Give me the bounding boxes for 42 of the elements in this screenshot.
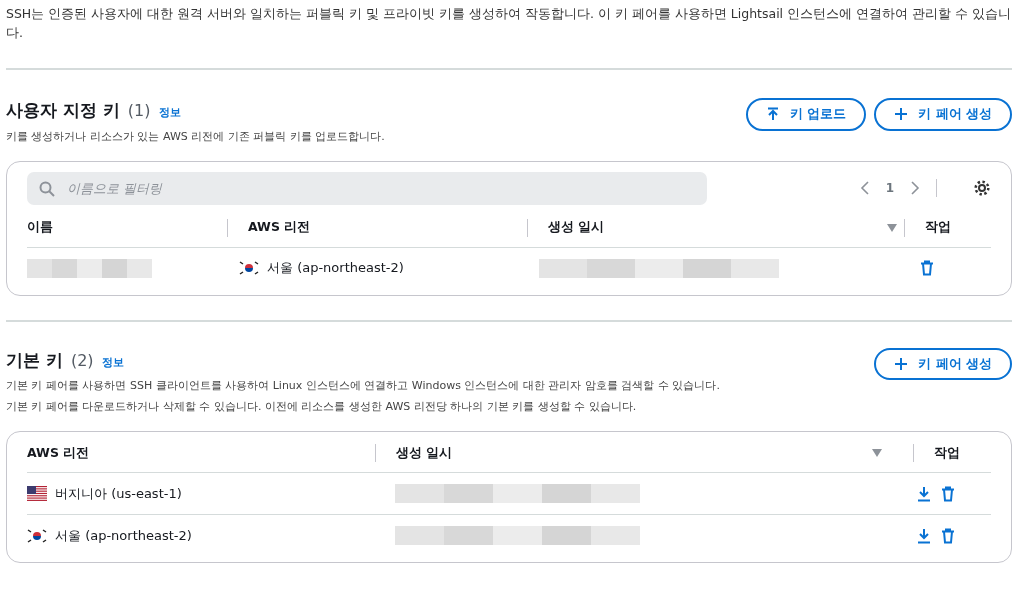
region-text: 버지니아 (us-east-1) [55, 484, 182, 503]
flag-icon [239, 260, 259, 276]
action-button[interactable]: 키 업로드 [745, 98, 867, 131]
action-button[interactable]: 키 페어 생성 [874, 98, 1012, 131]
column-header: 이름 [27, 218, 53, 237]
item-count: (1) [127, 100, 151, 122]
info-link[interactable]: 정보 [158, 105, 181, 122]
section-description: 기본 키 페어를 사용하면 SSH 클라이언트를 사용하여 Linux 인스턴스에 연결하고 Windows 인스턴스에 대한 관리자 암호를 검색할 수 있습니다. [6, 378, 720, 394]
delete-icon[interactable] [940, 485, 957, 502]
settings-icon[interactable] [973, 179, 991, 197]
previous-page-icon[interactable] [859, 181, 870, 195]
column-header: 작업 [933, 443, 960, 462]
sort-icon[interactable] [871, 449, 882, 457]
search-icon [39, 180, 55, 197]
delete-icon[interactable] [919, 260, 935, 276]
column-header: AWS 리전 [248, 218, 311, 237]
info-link[interactable]: 정보 [101, 354, 124, 371]
column-header: 생성 일시 [548, 218, 605, 237]
item-count: (2) [70, 349, 94, 372]
section-description: 키를 생성하거나 리소스가 있는 AWS 리전에 기존 퍼블릭 키를 업로드합니다. [6, 128, 385, 145]
section-title: 사용자 지정 키 [6, 99, 120, 122]
download-icon[interactable] [916, 485, 933, 502]
region-text: 서울 (ap-northeast-2) [267, 259, 404, 278]
flag-icon [27, 527, 47, 544]
download-icon[interactable] [916, 527, 933, 544]
column-header: 생성 일시 [395, 443, 453, 462]
filter-field[interactable]: 이름으로 필터링 [27, 171, 707, 205]
section-description: 기본 키 페어를 다운로드하거나 삭제할 수 있습니다. 이전에 리소스를 생성한 AWS 리전당 하나의 기본 키를 생성할 수 있습니다. [6, 399, 638, 415]
column-header: AWS 리전 [27, 443, 90, 462]
upload-icon [765, 107, 780, 122]
section-title: 기본 키 [6, 348, 63, 372]
next-page-icon[interactable] [910, 181, 920, 195]
flag-icon [27, 485, 47, 502]
page-number[interactable]: 1 [885, 179, 894, 197]
sort-icon[interactable] [887, 223, 897, 232]
intro-text: SSH는 인증된 사용자에 대한 원격 서버와 일치하는 퍼블릭 키 및 프라이빗 키를 생성하여 작동합니다. 이 키 페어를 사용하면 Lightsail 인스턴스에 연결하여 관리할 수 있습니다. [6, 5, 1012, 42]
region-text: 서울 (ap-northeast-2) [55, 526, 192, 545]
action-button[interactable]: 키 페어 생성 [874, 347, 1012, 381]
plus-icon [894, 107, 909, 122]
plus-icon [894, 356, 909, 371]
delete-icon[interactable] [940, 527, 957, 544]
column-header: 작업 [924, 218, 951, 237]
